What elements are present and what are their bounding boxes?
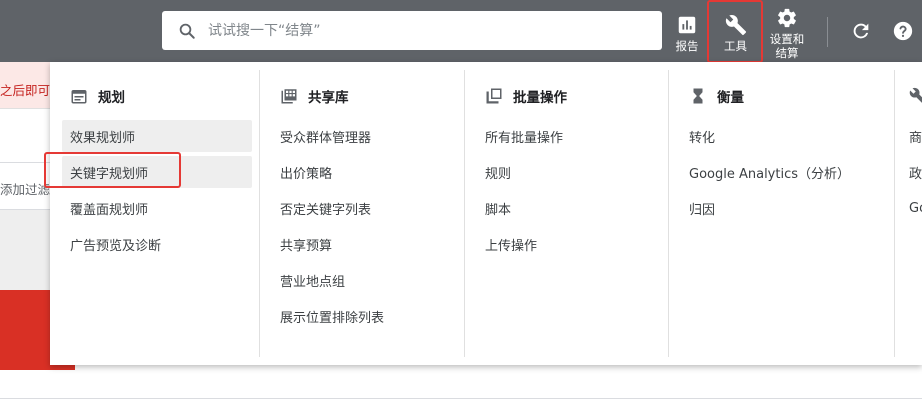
wrench-icon [725, 14, 746, 35]
menu-item-audience-manager[interactable]: 受众群体管理器 [272, 120, 457, 152]
hourglass-icon [693, 88, 703, 104]
bulk-actions-title: 批量操作 [513, 90, 567, 106]
reports-label: 报告 [675, 38, 699, 53]
background-gray-block [0, 210, 50, 290]
menu-item-setup-2[interactable]: 政 [901, 156, 922, 188]
settings-label-line2: 结算 [775, 45, 799, 60]
measurement-title: 衡量 [717, 90, 744, 106]
menu-item-conversions[interactable]: 转化 [681, 120, 887, 152]
background-banner-text: 之后即可开 [0, 83, 50, 98]
shared-library-header: 共享库 [280, 86, 349, 106]
menu-item-ad-preview-diagnosis[interactable]: 广告预览及诊断 [62, 228, 252, 260]
menu-item-setup-1[interactable]: 商 [901, 120, 922, 152]
menu-item-setup-3[interactable]: Go [901, 192, 922, 224]
menu-item-keyword-planner[interactable]: 关键字规划师 [62, 156, 252, 188]
setup-header [909, 86, 922, 106]
menu-column-planning: 规划 效果规划师 关键字规划师 覆盖面规划师 广告预览及诊断 [50, 62, 260, 365]
background-banner: 之后即可开 [0, 62, 50, 108]
menu-column-measurement: 衡量 转化 Google Analytics（分析） 归因 [669, 62, 895, 365]
tools-button[interactable]: 工具 [708, 0, 763, 62]
bulk-actions-header: 批量操作 [485, 86, 567, 106]
gear-icon [778, 8, 796, 27]
layers-copy-icon [486, 88, 502, 104]
menu-item-attribution[interactable]: 归因 [681, 192, 887, 224]
top-bar: 报告 工具 设置和 结算 [0, 0, 922, 62]
menu-item-google-analytics[interactable]: Google Analytics（分析） [681, 156, 887, 188]
refresh-button[interactable] [846, 0, 876, 62]
search-input[interactable] [208, 11, 662, 50]
planning-header: 规划 [70, 86, 125, 106]
toolbar-divider [827, 17, 828, 47]
menu-item-location-groups[interactable]: 营业地点组 [272, 264, 457, 296]
menu-item-placement-exclusion-lists[interactable]: 展示位置排除列表 [272, 300, 457, 332]
menu-column-shared-library: 共享库 受众群体管理器 出价策略 否定关键字列表 共享预算 营业地点组 展示位置… [260, 62, 465, 365]
background-filter-bar: 添加过滤 [0, 162, 50, 210]
library-grid-icon [281, 89, 297, 104]
background-filter-text: 添加过滤 [0, 182, 50, 197]
shared-library-title: 共享库 [308, 90, 349, 106]
menu-item-performance-planner[interactable]: 效果规划师 [62, 120, 252, 152]
wrench-icon [909, 87, 922, 103]
menu-column-bulk-actions: 批量操作 所有批量操作 规则 脚本 上传操作 [465, 62, 669, 365]
menu-item-negative-keyword-lists[interactable]: 否定关键字列表 [272, 192, 457, 224]
settings-billing-button[interactable]: 设置和 结算 [765, 0, 809, 62]
menu-item-all-bulk-actions[interactable]: 所有批量操作 [477, 120, 661, 152]
help-icon [893, 21, 913, 41]
menu-item-shared-budgets[interactable]: 共享预算 [272, 228, 457, 260]
refresh-icon [853, 23, 869, 39]
tools-menu: 规划 效果规划师 关键字规划师 覆盖面规划师 广告预览及诊断 共享库 受众群体管… [50, 62, 922, 365]
calendar-icon [71, 90, 87, 104]
help-button[interactable] [886, 0, 920, 62]
menu-item-scripts[interactable]: 脚本 [477, 192, 661, 224]
background-bottom-line [0, 398, 922, 399]
tools-label: 工具 [724, 38, 747, 53]
menu-column-setup: 商 政 Go [895, 62, 922, 365]
menu-item-bid-strategies[interactable]: 出价策略 [272, 156, 457, 188]
menu-item-reach-planner[interactable]: 覆盖面规划师 [62, 192, 252, 224]
background-divider [0, 108, 50, 109]
bar-chart-icon [678, 16, 696, 33]
search-box[interactable] [162, 11, 662, 50]
reports-button[interactable]: 报告 [668, 0, 706, 62]
settings-label-line1: 设置和 [769, 31, 805, 46]
menu-item-rules[interactable]: 规则 [477, 156, 661, 188]
measurement-header: 衡量 [689, 86, 744, 106]
menu-item-uploads[interactable]: 上传操作 [477, 228, 661, 260]
planning-title: 规划 [98, 90, 125, 106]
search-icon [179, 23, 195, 39]
